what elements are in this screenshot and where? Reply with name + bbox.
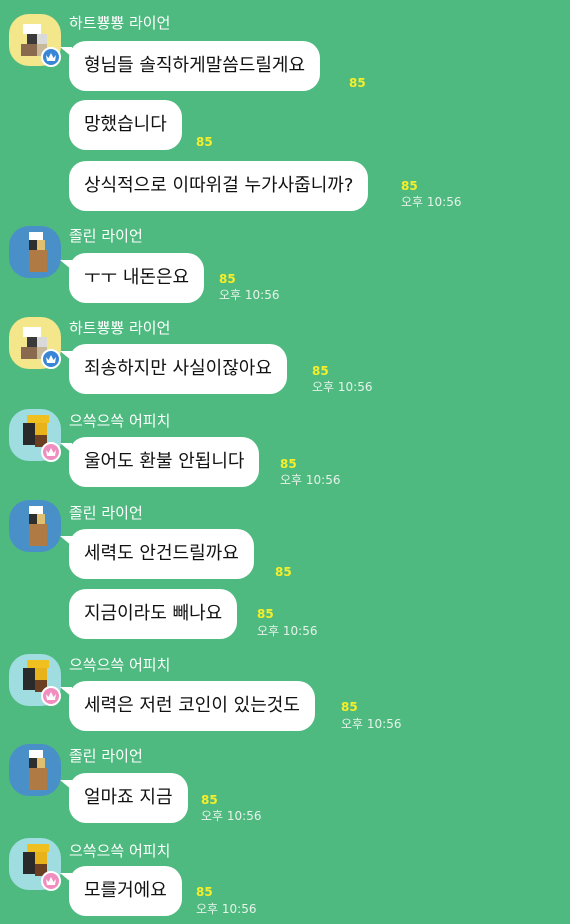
timestamp: 오후 10:56 bbox=[201, 809, 262, 823]
unread-count: 85 bbox=[219, 272, 236, 286]
timestamp: 오후 10:56 bbox=[312, 380, 373, 394]
message-bubble[interactable]: 죄송하지만 사실이잖아요 bbox=[69, 344, 287, 394]
timestamp: 오후 10:56 bbox=[196, 902, 257, 916]
unread-count: 85 bbox=[401, 179, 418, 193]
unread-count: 85 bbox=[341, 700, 358, 714]
sender-avatar[interactable] bbox=[9, 500, 61, 552]
timestamp: 오후 10:56 bbox=[257, 624, 318, 638]
crown-icon bbox=[41, 686, 61, 706]
sender-name: 하트뿅뿅 라이언 bbox=[69, 14, 171, 32]
sender-avatar[interactable] bbox=[9, 226, 61, 278]
message-bubble[interactable]: 세력도 안건드릴까요 bbox=[69, 529, 254, 579]
unread-count: 85 bbox=[349, 76, 366, 90]
timestamp: 오후 10:56 bbox=[280, 473, 341, 487]
crown-icon bbox=[41, 871, 61, 891]
sender-name: 졸린 라이언 bbox=[69, 227, 143, 245]
sender-name: 으쓱으쓱 어피치 bbox=[69, 656, 171, 674]
unread-count: 85 bbox=[280, 457, 297, 471]
unread-count: 85 bbox=[275, 565, 292, 579]
message-bubble[interactable]: 얼마죠 지금 bbox=[69, 773, 188, 823]
message-bubble[interactable]: 형님들 솔직하게말씀드릴게요 bbox=[69, 41, 321, 91]
unread-count: 85 bbox=[196, 885, 213, 899]
message-bubble[interactable]: 상식적으로 이따위걸 누가사줍니까? bbox=[69, 161, 369, 211]
timestamp: 오후 10:56 bbox=[401, 195, 462, 209]
unread-count: 85 bbox=[312, 364, 329, 378]
crown-icon bbox=[41, 47, 61, 67]
sender-name: 졸린 라이언 bbox=[69, 747, 143, 765]
unread-count: 85 bbox=[196, 135, 213, 149]
timestamp: 오후 10:56 bbox=[219, 288, 280, 302]
timestamp: 오후 10:56 bbox=[341, 717, 402, 731]
sender-name: 졸린 라이언 bbox=[69, 504, 143, 522]
sender-name: 으쓱으쓱 어피치 bbox=[69, 842, 171, 860]
message-bubble[interactable]: 세력은 저런 코인이 있는것도 bbox=[69, 681, 315, 731]
crown-icon bbox=[41, 349, 61, 369]
message-bubble[interactable]: ㅜㅜ 내돈은요 bbox=[69, 253, 205, 303]
sender-name: 으쓱으쓱 어피치 bbox=[69, 412, 171, 430]
message-bubble[interactable]: 모를거에요 bbox=[69, 866, 182, 916]
crown-icon bbox=[41, 442, 61, 462]
message-bubble[interactable]: 울어도 환불 안됩니다 bbox=[69, 437, 260, 487]
sender-name: 하트뿅뿅 라이언 bbox=[69, 319, 171, 337]
unread-count: 85 bbox=[257, 607, 274, 621]
message-bubble[interactable]: 망했습니다 bbox=[69, 100, 182, 150]
sender-avatar[interactable] bbox=[9, 744, 61, 796]
unread-count: 85 bbox=[201, 793, 218, 807]
message-bubble[interactable]: 지금이라도 빼나요 bbox=[69, 589, 238, 639]
